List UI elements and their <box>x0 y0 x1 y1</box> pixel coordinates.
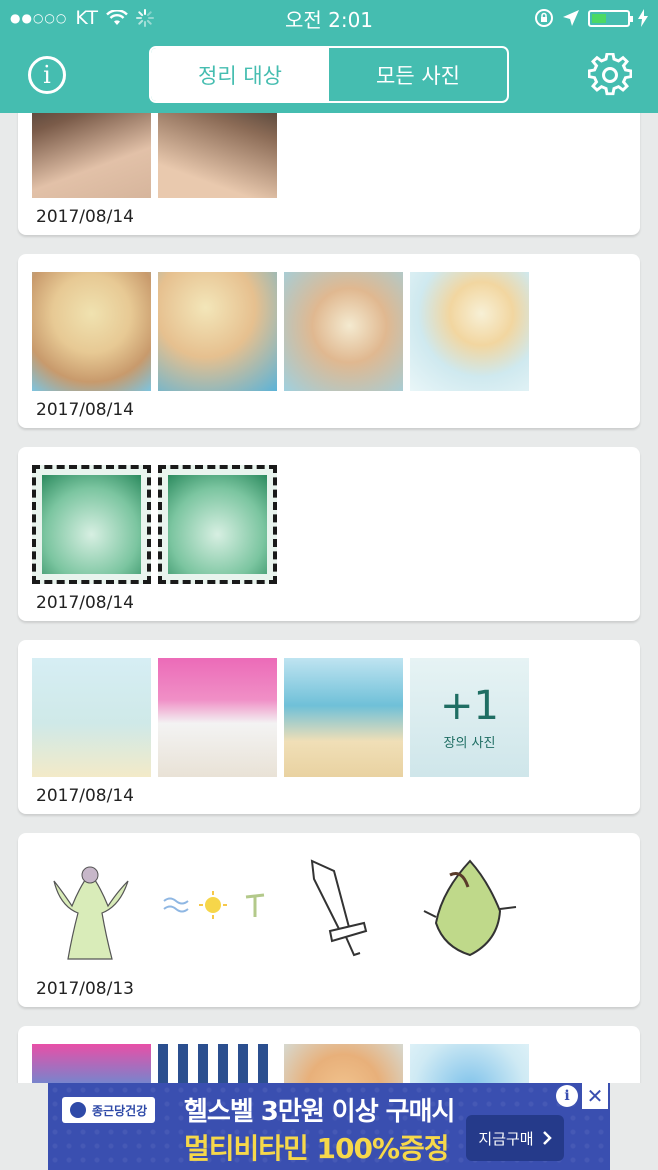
ad-subheadline: 멀티비타민 100%증정 <box>184 1132 450 1165</box>
more-photos-count: +1 <box>440 683 499 729</box>
charging-icon <box>637 9 648 27</box>
photo-thumbnail[interactable] <box>32 272 151 391</box>
group-date: 2017/08/13 <box>36 979 134 999</box>
photo-group-list[interactable]: 2017/08/14 2017/08/14 2017/08/14 +1 장의 사… <box>0 113 658 1083</box>
location-arrow-icon <box>562 10 579 26</box>
photo-thumbnail[interactable] <box>32 851 151 970</box>
thumbnail-row <box>32 113 277 198</box>
signal-strength: ●●○○○ <box>10 11 68 25</box>
photo-thumbnail[interactable] <box>32 1044 151 1083</box>
chevron-right-icon <box>542 1131 552 1145</box>
status-bar: ●●○○○ KT 오전 2:01 <box>0 0 658 36</box>
loading-icon <box>135 9 154 27</box>
status-left: ●●○○○ KT <box>10 7 230 29</box>
group-date: 2017/08/14 <box>36 207 134 227</box>
photo-thumbnail[interactable] <box>284 272 403 391</box>
tab-all-photos[interactable]: 모든 사진 <box>329 48 507 101</box>
brand-mark-icon <box>70 1102 86 1118</box>
thumbnail-row: +1 장의 사진 <box>32 658 529 777</box>
group-date: 2017/08/14 <box>36 400 134 420</box>
photo-thumbnail[interactable] <box>32 113 151 198</box>
ad-close-icon[interactable]: ✕ <box>582 1083 608 1109</box>
photo-group-card[interactable]: 2017/08/14 <box>18 447 640 621</box>
ad-buy-now-button[interactable]: 지금구매 <box>466 1115 564 1161</box>
photo-thumbnail[interactable] <box>158 272 277 391</box>
ad-cta-label: 지금구매 <box>478 1129 534 1148</box>
photo-thumbnail[interactable] <box>158 1044 277 1083</box>
photo-thumbnail[interactable] <box>32 658 151 777</box>
more-photos-tile[interactable]: +1 장의 사진 <box>410 658 529 777</box>
info-icon: i <box>43 61 51 89</box>
photo-group-card[interactable]: +1 장의 사진 2017/08/14 <box>18 640 640 814</box>
tab-cleanup-targets[interactable]: 정리 대상 <box>151 48 329 101</box>
photo-thumbnail[interactable] <box>284 851 403 970</box>
group-date: 2017/08/14 <box>36 786 134 806</box>
photo-thumbnail[interactable] <box>284 658 403 777</box>
battery-icon <box>587 9 633 27</box>
ad-info-icon[interactable]: i <box>556 1085 578 1107</box>
ad-brand-name: 종근당건강 <box>92 1103 148 1118</box>
carrier-name: KT <box>75 7 98 29</box>
photo-thumbnail[interactable] <box>410 1044 529 1083</box>
thumbnail-row <box>32 851 529 970</box>
info-button[interactable]: i <box>28 56 66 94</box>
nav-bar: i 정리 대상 모든 사진 <box>0 44 658 104</box>
thumbnail-row <box>32 465 277 584</box>
gear-icon[interactable] <box>588 53 632 97</box>
ad-banner[interactable]: 종근당건강 헬스벨 3만원 이상 구매시 멀티비타민 100%증정 지금구매 i… <box>48 1083 610 1170</box>
photo-thumbnail[interactable] <box>410 272 529 391</box>
photo-thumbnail[interactable] <box>158 658 277 777</box>
status-time: 오전 2:01 <box>284 7 374 32</box>
status-right <box>428 8 648 28</box>
photo-group-card[interactable] <box>18 1026 640 1083</box>
wifi-icon <box>106 10 128 25</box>
photo-group-card[interactable]: 2017/08/14 <box>18 113 640 235</box>
photo-thumbnail[interactable] <box>32 465 151 584</box>
photo-thumbnail[interactable] <box>158 465 277 584</box>
battery-level <box>591 13 606 23</box>
photo-group-card[interactable]: 2017/08/13 <box>18 833 640 1007</box>
ad-headline: 헬스벨 3만원 이상 구매시 <box>184 1097 455 1127</box>
photo-thumbnail[interactable] <box>284 1044 403 1083</box>
segmented-control: 정리 대상 모든 사진 <box>149 46 509 103</box>
rotation-lock-icon <box>534 9 553 27</box>
photo-thumbnail[interactable] <box>158 113 277 198</box>
photo-group-card[interactable]: 2017/08/14 <box>18 254 640 428</box>
group-date: 2017/08/14 <box>36 593 134 613</box>
thumbnail-row <box>32 272 529 391</box>
top-bar: ●●○○○ KT 오전 2:01 i 정리 대상 모든 사진 <box>0 0 658 113</box>
photo-thumbnail[interactable] <box>410 851 529 970</box>
ad-brand-logo: 종근당건강 <box>62 1097 156 1123</box>
photo-thumbnail[interactable] <box>158 851 277 970</box>
more-photos-label: 장의 사진 <box>443 736 496 751</box>
thumbnail-row <box>32 1044 529 1083</box>
